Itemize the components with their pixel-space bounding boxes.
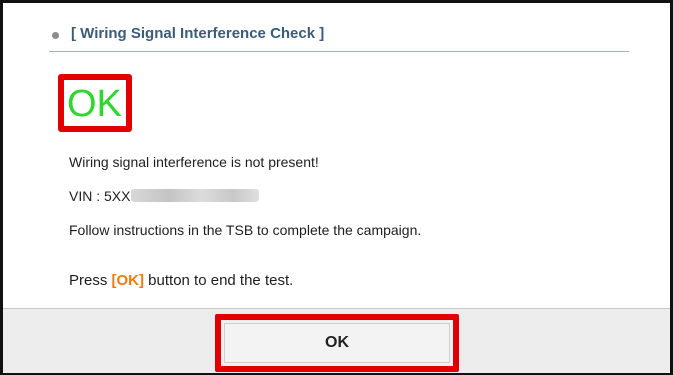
vin-line: VIN : 5XX (69, 188, 260, 205)
vin-redacted (131, 189, 260, 202)
press-ok-text: [OK] (111, 272, 145, 289)
status-highlight-box: OK (58, 74, 132, 132)
result-message: Wiring signal interference is not presen… (69, 154, 319, 170)
ok-button[interactable]: OK (224, 323, 450, 363)
bullet-icon (52, 32, 59, 39)
vin-label: VIN : 5XX (69, 188, 131, 204)
dialog-footer: OK (3, 308, 670, 373)
ok-button-label: OK (325, 334, 349, 351)
press-instruction: Press [OK] button to end the test. (69, 272, 293, 289)
press-prefix: Press (69, 272, 112, 289)
section-title: [ Wiring Signal Interference Check ] (71, 25, 325, 42)
press-suffix: button to end the test. (144, 272, 294, 289)
instruction-message: Follow instructions in the TSB to comple… (69, 222, 422, 238)
section-header: [ Wiring Signal Interference Check ] (49, 23, 629, 52)
status-result: OK (67, 83, 122, 125)
ok-button-highlight[interactable]: OK (215, 314, 459, 372)
